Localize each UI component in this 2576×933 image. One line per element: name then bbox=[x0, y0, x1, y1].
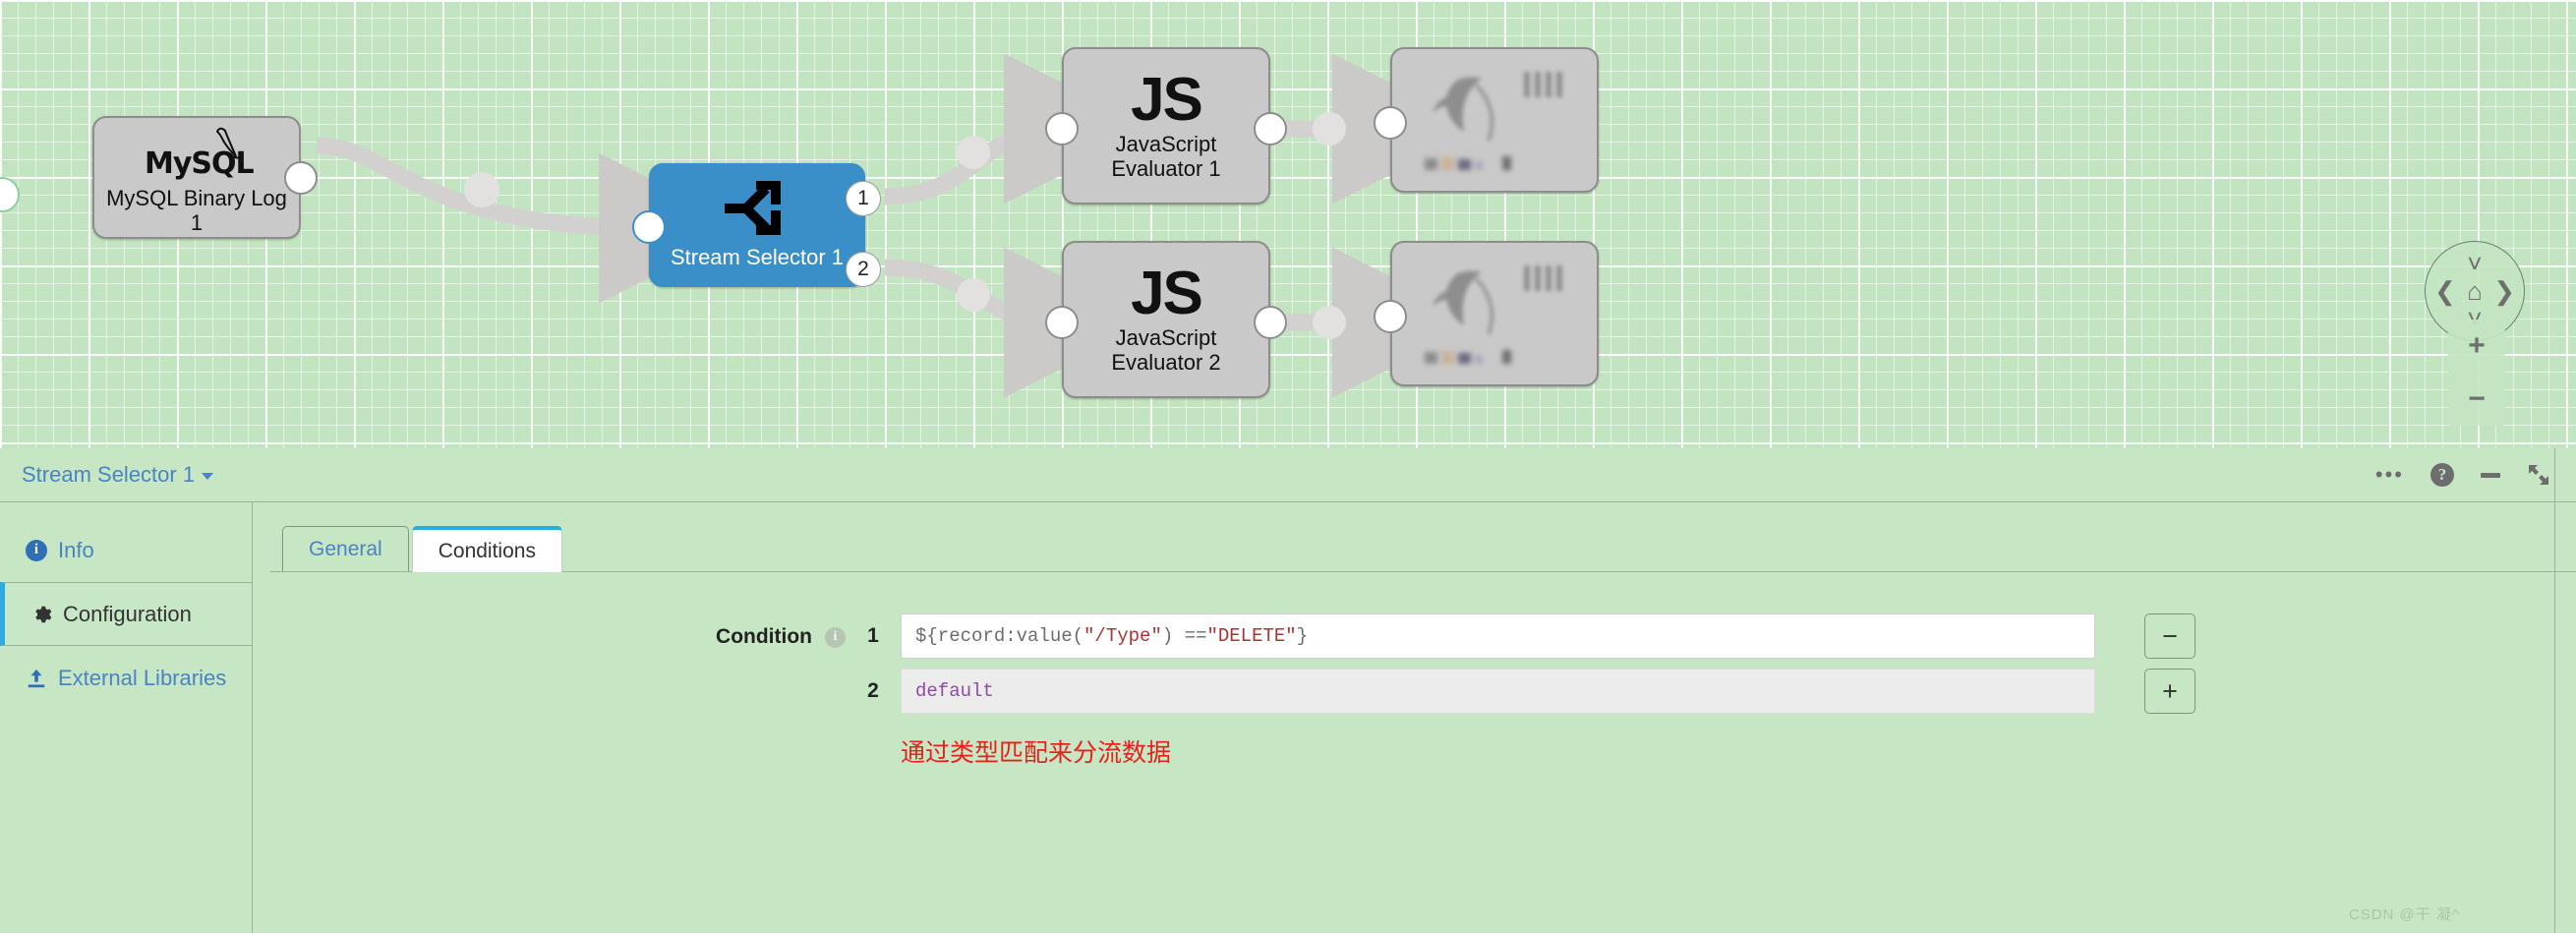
upload-icon bbox=[26, 668, 47, 689]
output-port[interactable] bbox=[1254, 112, 1287, 146]
condition-token: "DELETE" bbox=[1206, 625, 1297, 647]
remove-condition-button[interactable]: − bbox=[2144, 613, 2195, 659]
tab-label: Conditions bbox=[438, 539, 536, 562]
input-port[interactable] bbox=[1374, 106, 1407, 140]
mysql-icon: MySQL bbox=[123, 121, 270, 182]
condition-index: 2 bbox=[867, 679, 879, 702]
pan-right-icon[interactable]: ❯ bbox=[2493, 278, 2515, 304]
tab-conditions[interactable]: Conditions bbox=[411, 526, 562, 572]
sidebar-item-label: External Libraries bbox=[58, 665, 227, 690]
add-condition-button[interactable]: + bbox=[2144, 669, 2195, 714]
kudu-icon bbox=[1421, 66, 1568, 174]
tab-general[interactable]: General bbox=[282, 526, 409, 571]
condition-row: 2 default + bbox=[846, 669, 2576, 714]
javascript-icon: JS bbox=[1131, 260, 1203, 327]
kudu-stripes bbox=[1524, 265, 1562, 291]
condition-row: 1 ${record:value("/Type") == "DELETE"} − bbox=[846, 613, 2576, 659]
condition-row-actions: + bbox=[2144, 669, 2195, 714]
condition-token: } bbox=[1296, 625, 1309, 647]
output-port-2[interactable]: 2 bbox=[846, 252, 881, 287]
more-options-icon[interactable]: ••• bbox=[2375, 464, 2404, 486]
stream-selector-icon bbox=[721, 180, 793, 241]
kudu-wordmark-blurred bbox=[1425, 350, 1511, 364]
condition-token: ${record:value( bbox=[915, 625, 1084, 647]
pipeline-edges bbox=[0, 53, 1483, 398]
condition-row-actions: − bbox=[2144, 613, 2195, 659]
pan-up-icon[interactable]: ˅ bbox=[2467, 251, 2482, 276]
pipeline-node-javascript-evaluator-1[interactable]: JS JavaScript Evaluator 1 bbox=[1045, 47, 1287, 204]
mysql-wordmark: MySQL bbox=[145, 146, 255, 181]
gear-icon bbox=[30, 604, 52, 625]
annotation-note: 通过类型匹配来分流数据 bbox=[901, 739, 1172, 767]
chevron-down-icon bbox=[202, 472, 214, 480]
kudu-wordmark-blurred bbox=[1425, 156, 1511, 170]
panel-header: Stream Selector 1 ••• ? bbox=[0, 448, 2576, 502]
home-icon[interactable]: ⌂ bbox=[2467, 278, 2483, 304]
pipeline-canvas[interactable]: MySQL MySQL Binary Log 1 Stream Selector… bbox=[0, 0, 2576, 448]
output-port-1-label: 1 bbox=[857, 187, 869, 209]
canvas-zoom-control[interactable]: + − bbox=[2448, 320, 2505, 426]
node-label: MySQL Binary Log 1 bbox=[106, 185, 287, 235]
info-icon: i bbox=[26, 539, 47, 561]
kudu-stripes bbox=[1524, 72, 1562, 97]
expand-icon[interactable] bbox=[2527, 463, 2550, 487]
panel-title-text: Stream Selector 1 bbox=[22, 462, 196, 487]
conditions-form: Condition i 1 ${record:value("/Type") ==… bbox=[270, 572, 2576, 769]
pipeline-node-destination-1[interactable] bbox=[1374, 47, 1599, 193]
condition-list: 1 ${record:value("/Type") == "DELETE"} −… bbox=[846, 613, 2576, 769]
output-port-2-label: 2 bbox=[857, 258, 869, 280]
kudu-icon bbox=[1421, 260, 1568, 368]
panel-right-rail bbox=[2554, 448, 2576, 933]
panel-actions: ••• ? bbox=[2375, 448, 2550, 501]
input-port[interactable] bbox=[1045, 306, 1079, 339]
condition-input-2: default bbox=[901, 669, 2095, 714]
panel-content: General Conditions Condition i 1 ${recor… bbox=[253, 502, 2576, 933]
javascript-icon: JS bbox=[1131, 66, 1203, 134]
panel-stage-selector[interactable]: Stream Selector 1 bbox=[22, 462, 214, 488]
sidebar-item-info[interactable]: i Info bbox=[0, 518, 252, 582]
zoom-in-button[interactable]: + bbox=[2448, 320, 2505, 373]
node-label: JavaScript Evaluator 2 bbox=[1111, 325, 1221, 375]
sidebar-item-label: Info bbox=[58, 537, 94, 562]
tab-label: General bbox=[309, 537, 382, 560]
condition-index: 1 bbox=[867, 624, 879, 647]
stage-properties-panel: Stream Selector 1 ••• ? i Info Configura… bbox=[0, 448, 2576, 933]
output-port[interactable] bbox=[284, 161, 318, 195]
pipeline-node-destination-2[interactable] bbox=[1374, 241, 1599, 386]
condition-token: default bbox=[915, 680, 994, 702]
watermark: CSDN @干 凝^ bbox=[2348, 906, 2460, 923]
tab-bar: General Conditions bbox=[270, 520, 2576, 572]
sidebar-item-label: Configuration bbox=[63, 601, 192, 626]
node-label: JavaScript Evaluator 1 bbox=[1111, 132, 1221, 181]
input-port[interactable] bbox=[1045, 112, 1079, 146]
sidebar-item-external-libraries[interactable]: External Libraries bbox=[0, 646, 252, 710]
pipeline-node-mysql-binary-log-1[interactable]: MySQL MySQL Binary Log 1 bbox=[92, 116, 318, 239]
panel-side-nav: i Info Configuration External Libraries bbox=[0, 502, 253, 933]
pan-left-icon[interactable]: ❮ bbox=[2434, 278, 2456, 304]
input-port[interactable] bbox=[632, 210, 666, 244]
info-icon[interactable]: i bbox=[825, 626, 846, 648]
condition-token: ) == bbox=[1161, 625, 1207, 647]
condition-form-row: Condition i 1 ${record:value("/Type") ==… bbox=[270, 613, 2576, 769]
condition-input-1[interactable]: ${record:value("/Type") == "DELETE"} bbox=[901, 613, 2095, 659]
pipeline-node-javascript-evaluator-2[interactable]: JS JavaScript Evaluator 2 bbox=[1045, 241, 1287, 398]
input-port[interactable] bbox=[1374, 300, 1407, 333]
minimize-icon[interactable] bbox=[2481, 472, 2500, 478]
node-label: Stream Selector 1 bbox=[670, 245, 845, 269]
panel-body: i Info Configuration External Libraries … bbox=[0, 502, 2576, 933]
help-icon[interactable]: ? bbox=[2430, 463, 2454, 487]
pipeline-node-stream-selector-1[interactable]: Stream Selector 1 1 2 bbox=[632, 163, 881, 287]
sidebar-item-configuration[interactable]: Configuration bbox=[0, 582, 252, 646]
zoom-out-button[interactable]: − bbox=[2448, 373, 2505, 426]
output-port-1[interactable]: 1 bbox=[846, 181, 881, 216]
condition-label: Condition bbox=[716, 625, 812, 648]
condition-token: "/Type" bbox=[1083, 625, 1162, 647]
condition-label-group: Condition i bbox=[270, 613, 846, 649]
output-port[interactable] bbox=[1254, 306, 1287, 339]
